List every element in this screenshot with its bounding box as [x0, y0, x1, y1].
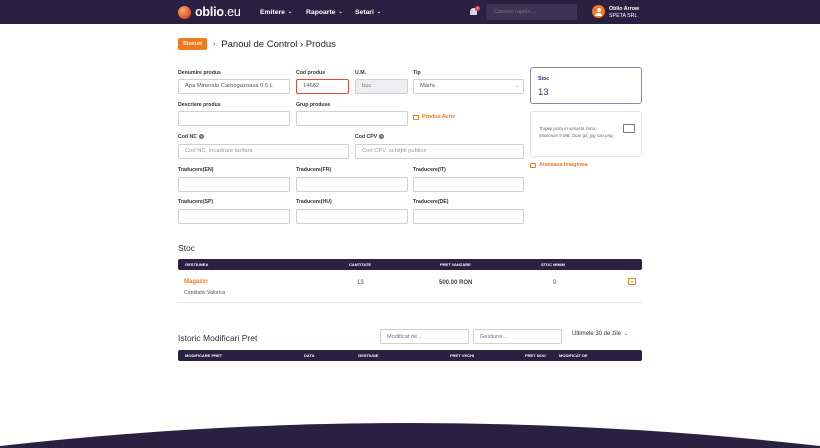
logo-tld: .eu	[223, 5, 241, 19]
traducere-en-label: Traducere(EN)	[178, 167, 214, 173]
traducere-sp-label: Traducere(SP)	[178, 199, 214, 205]
chevron-down-icon: ⌄	[376, 9, 382, 15]
gestiune-filter[interactable]	[473, 329, 562, 344]
cod-cpv-field[interactable]: Cod CPV, schiţbil publice	[355, 144, 524, 159]
attach-image-label: Ataseaza imaginea	[539, 162, 588, 168]
stoc-section-title: Stoc	[178, 243, 196, 253]
denumire-field[interactable]: Apa Minerala Carbogazoasa 0.5 L	[178, 79, 290, 94]
traducere-fr-field[interactable]	[296, 177, 408, 192]
logo-icon	[178, 5, 191, 19]
breadcrumb: Stocuri › Panoul de Control › Produs	[178, 38, 336, 50]
dropzone-limits: Maximum 5 MB. Doar gif, jpg sau png.	[539, 133, 614, 138]
nav-emitere-label: Emitere	[260, 8, 285, 16]
nav-rapoarte-label: Rapoarte	[306, 8, 336, 16]
breadcrumb-stocuri-badge[interactable]: Stocuri	[178, 38, 207, 50]
logo[interactable]: oblio.eu	[178, 4, 241, 20]
row-expand-icon[interactable]: ▾	[628, 278, 636, 285]
attach-image-link[interactable]: Ataseaza imaginea	[530, 162, 587, 168]
user-menu[interactable]: Oblio Arrow SPETA SRL	[609, 6, 639, 19]
period-label: Ultimele 30 de zile	[572, 331, 622, 337]
col-pret-nou: PRET NOU	[525, 353, 546, 358]
col-modificat-de: MODIFICAT DE	[559, 353, 588, 358]
traducere-en-field[interactable]	[178, 177, 290, 192]
chevron-down-icon: ⌄	[338, 9, 343, 15]
tip-select[interactable]: Marfa ⌄	[413, 79, 524, 94]
um-label: U.M.	[355, 70, 366, 76]
traducere-hu-label: Traducere(HU)	[296, 199, 332, 205]
traducere-fr-label: Traducere(FR)	[296, 167, 332, 173]
page-title: Panoul de Control › Produs	[221, 38, 336, 50]
traducere-it-label: Traducere(IT)	[413, 167, 446, 173]
logo-text: oblio	[195, 5, 224, 19]
help-icon[interactable]: ?	[379, 134, 385, 140]
col-data: DATA	[304, 353, 315, 358]
stoc-minim-value: 0	[553, 280, 557, 286]
chevron-down-icon: ⌄	[624, 331, 629, 337]
produs-activ-toggle[interactable]: Produs Activ	[413, 114, 455, 120]
col-modificare-pret: MODIFICARE PRET	[185, 353, 223, 358]
produs-activ-label: Produs Activ	[422, 114, 456, 120]
col-gestiunea: GESTIUNEA	[185, 262, 209, 267]
traducere-hu-field[interactable]	[296, 209, 408, 224]
cod-cpv-label: Cod CPV?	[355, 134, 385, 140]
grup-label: Grup produse	[296, 102, 331, 108]
cantitate-value: 13	[357, 280, 364, 286]
help-icon[interactable]: ?	[199, 134, 205, 140]
chevron-down-icon: ⌄	[287, 9, 293, 15]
period-dropdown[interactable]: Ultimele 30 de zile ⌄	[572, 331, 628, 337]
user-company: SPETA SRL	[609, 12, 638, 19]
istoric-section-title: Istoric Modificari Pret	[178, 333, 258, 343]
cod-cpv-label-text: Cod CPV	[355, 134, 378, 140]
gestiune-type: Cantitativ Valorica	[184, 290, 226, 296]
nav-setari[interactable]: Setari ⌄	[355, 0, 381, 24]
tip-select-value: Marfa	[420, 83, 435, 89]
traducere-it-field[interactable]	[413, 177, 524, 192]
top-navbar: oblio.eu Emitere⌄ Rapoarte⌄ Setari⌄ 1 Ob…	[0, 0, 820, 24]
notification-badge: 1	[475, 6, 480, 11]
col-stoc-minim: STOC MINIM	[541, 262, 565, 267]
cod-nc-label: Cod NC?	[178, 134, 205, 140]
descriere-label: Descriere produs	[178, 102, 221, 108]
quick-search-input[interactable]	[486, 4, 577, 20]
istoric-table-header: MODIFICARE PRET DATA GESTIUNE PRET VECHI…	[178, 350, 642, 361]
gestiune-link[interactable]: Magazin	[184, 279, 208, 285]
stock-card-label: Stoc	[538, 76, 550, 82]
nav-rapoarte[interactable]: Rapoarte ⌄	[306, 0, 343, 24]
nav-emitere[interactable]: Emitere ⌄	[260, 0, 292, 24]
cod-nc-label-text: Cod NC	[178, 134, 198, 140]
cod-produs-field[interactable]: 14682	[296, 79, 349, 94]
col-gestiune: GESTIUNE	[358, 353, 379, 358]
divider	[178, 302, 642, 303]
um-field[interactable]: buc	[355, 79, 408, 94]
traducere-de-label: Traducere(DE)	[413, 199, 449, 205]
checkbox-icon	[413, 114, 419, 120]
image-dropzone[interactable]: Trageţi poza in aceasta zona... Maximum …	[530, 111, 642, 157]
denumire-label: Denumire produs	[178, 70, 221, 76]
stoc-table-header: GESTIUNEA CANTITATE PRET VANZARE STOC MI…	[178, 259, 642, 270]
image-icon	[530, 162, 536, 168]
traducere-de-field[interactable]	[413, 209, 524, 224]
notifications-bell-icon[interactable]: 1	[469, 6, 480, 17]
stock-card-value: 13	[538, 87, 549, 98]
chevron-down-icon: ⌄	[514, 83, 519, 89]
avatar[interactable]	[592, 5, 605, 18]
nav-setari-label: Setari	[355, 8, 374, 16]
breadcrumb-separator: ›	[212, 40, 216, 48]
dropzone-hint: Trageţi poza in aceasta zona...	[539, 126, 599, 131]
image-icon	[623, 124, 635, 133]
col-pret-vanzare: PRET VANZARE	[440, 262, 471, 267]
tip-label: Tip	[413, 70, 421, 76]
traducere-sp-field[interactable]	[178, 209, 290, 224]
stock-summary-card: Stoc 13	[530, 67, 642, 104]
descriere-field[interactable]	[178, 111, 290, 126]
cod-nc-field[interactable]: Cod NC, incadrare tarifara	[178, 144, 349, 159]
pret-vanzare-value: 500.00 RON	[439, 280, 473, 286]
footer-wave-decoration	[0, 423, 820, 448]
cod-produs-label: Cod produs	[296, 70, 326, 76]
modificat-de-filter[interactable]	[380, 329, 469, 344]
grup-field[interactable]	[296, 111, 408, 126]
user-name: Oblio Arrow	[609, 6, 640, 12]
col-pret-vechi: PRET VECHI	[450, 353, 475, 358]
col-cantitate: CANTITATE	[349, 262, 372, 267]
